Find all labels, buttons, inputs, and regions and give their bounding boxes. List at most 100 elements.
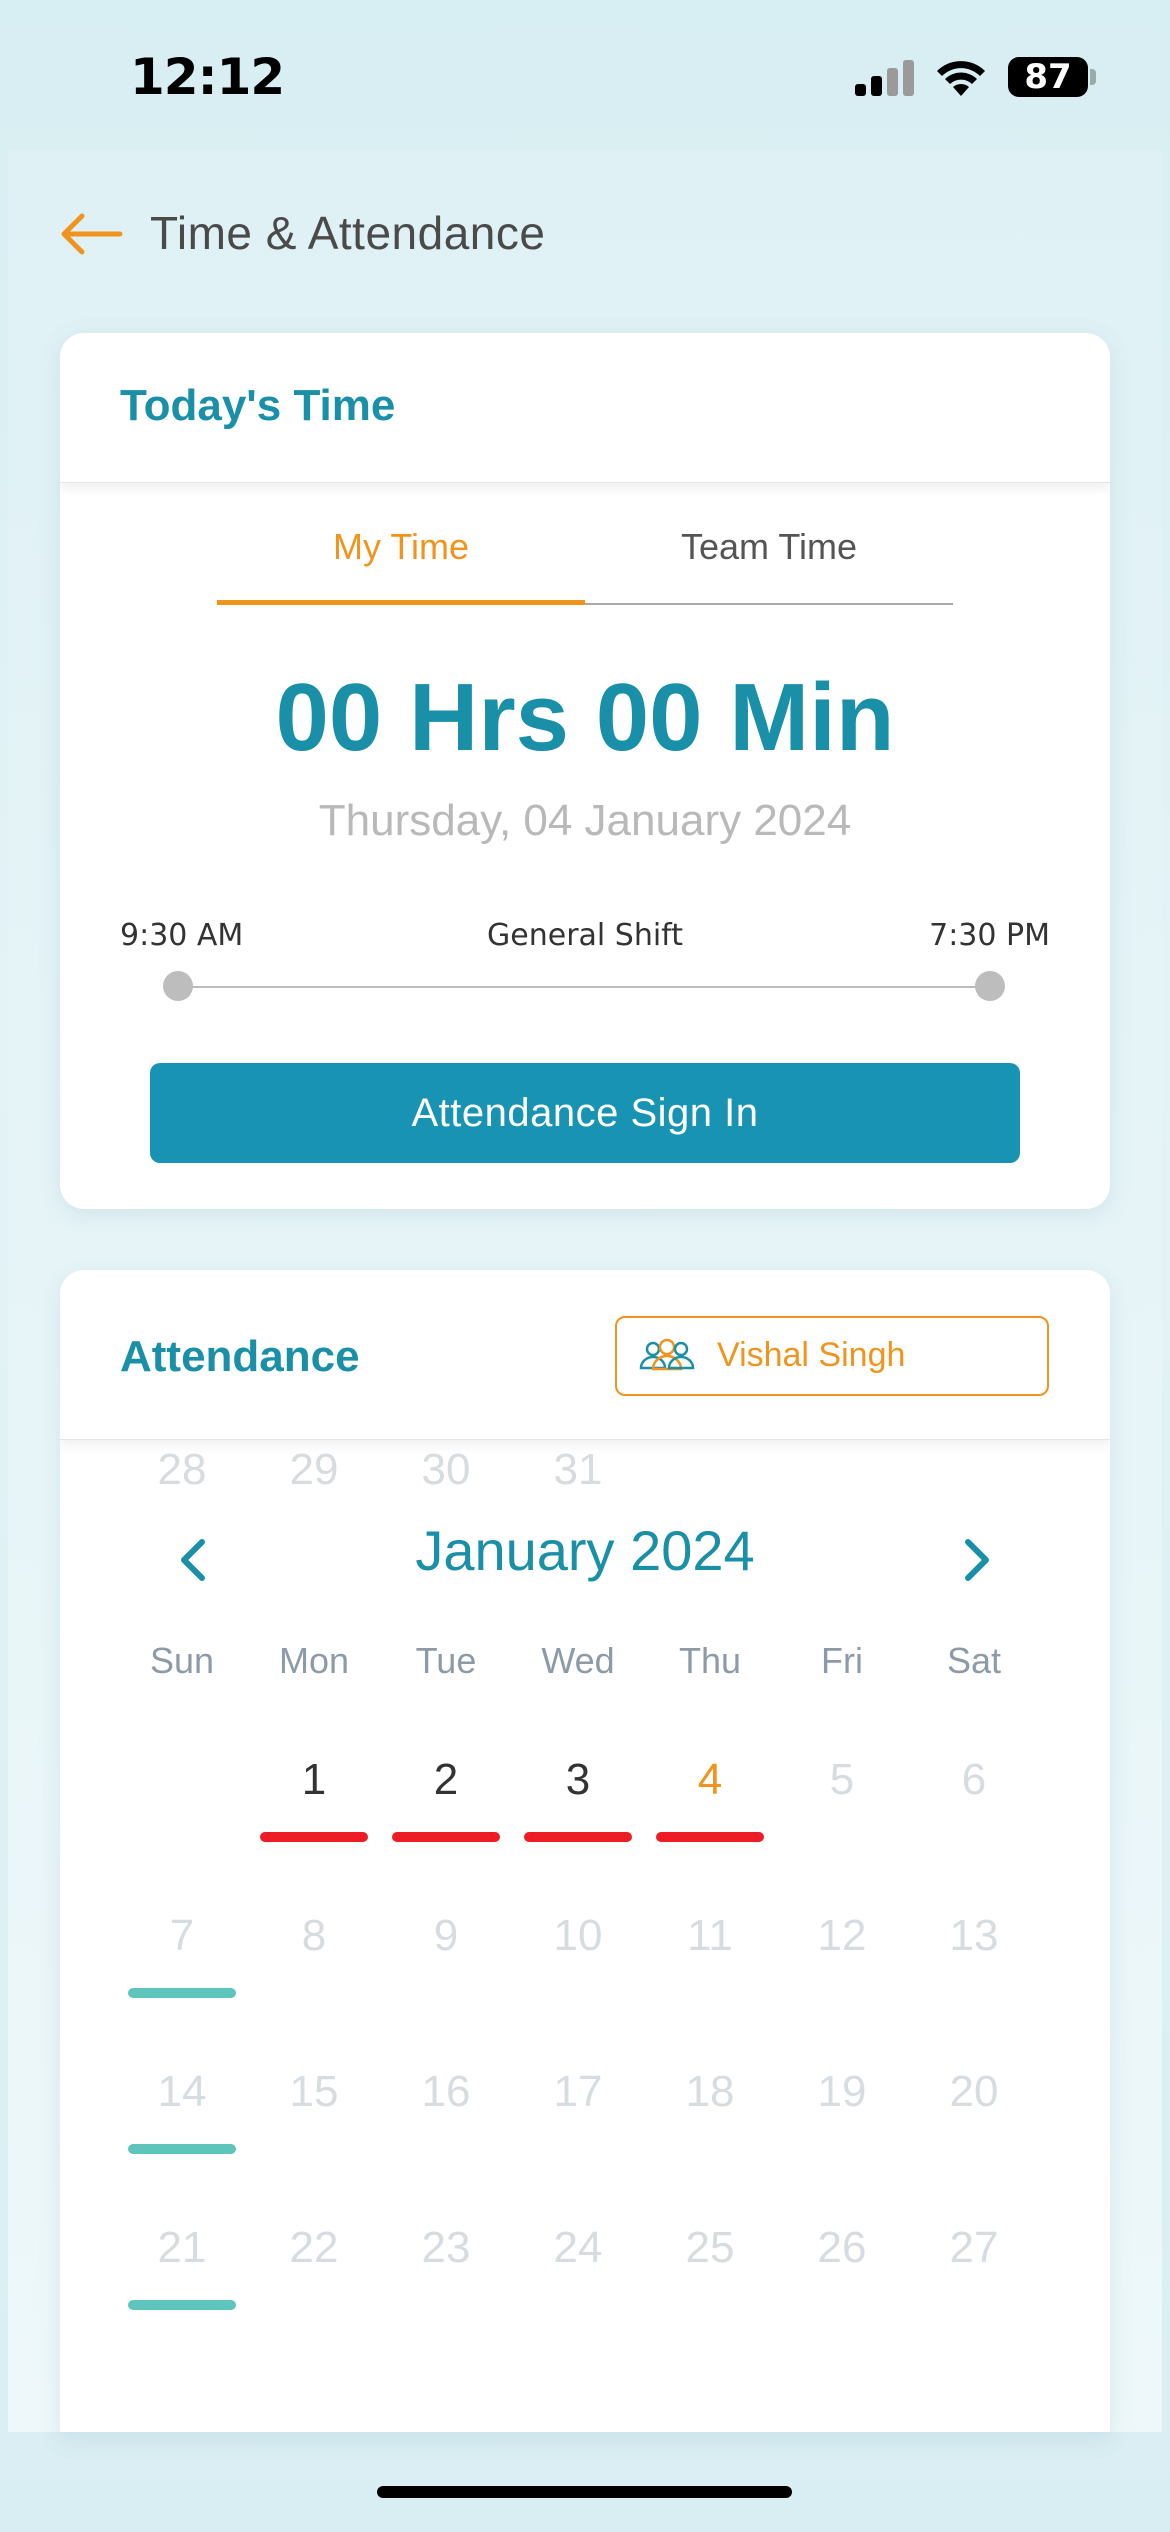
calendar-day-number: 8: [301, 1911, 327, 1960]
calendar-day[interactable]: 2: [380, 1750, 512, 1842]
calendar-day[interactable]: 30: [380, 1440, 512, 1500]
calendar-day-number: 30: [421, 1445, 471, 1494]
calendar-day-number: 29: [289, 1445, 339, 1494]
calendar-day[interactable]: 12: [776, 1906, 908, 1966]
calendar-day[interactable]: 1: [248, 1750, 380, 1842]
calendar-day[interactable]: 7: [116, 1906, 248, 1998]
cellular-signal-icon: [855, 60, 915, 96]
calendar-day-number: 5: [829, 1755, 855, 1804]
todays-time-title: Today's Time: [120, 381, 396, 430]
calendar-day[interactable]: 20: [908, 2062, 1040, 2122]
chevron-right-icon[interactable]: [956, 1530, 1000, 1590]
calendar-day[interactable]: 9: [380, 1906, 512, 1966]
shift-start-dot: [163, 971, 193, 1001]
calendar-day[interactable]: 22: [248, 2218, 380, 2278]
wifi-icon: [937, 61, 985, 96]
calendar-day[interactable]: 25: [644, 2218, 776, 2278]
time-tabs: My Time Team Time: [217, 493, 953, 605]
calendar-day-number: 2: [433, 1755, 459, 1804]
status-bar: 12:12 87: [0, 0, 1170, 150]
calendar-day[interactable]: 31: [512, 1440, 644, 1500]
battery-level: 87: [1008, 57, 1088, 97]
page-title: Time & Attendance: [150, 207, 546, 259]
weekday-label: Wed: [541, 1640, 615, 1681]
absent-marker: [524, 1832, 632, 1842]
calendar-day-number: 9: [433, 1911, 459, 1960]
calendar-day-number: 13: [949, 1911, 999, 1960]
calendar-day[interactable]: 21: [116, 2218, 248, 2310]
calendar-day[interactable]: 3: [512, 1750, 644, 1842]
tab-team-time[interactable]: Team Time: [585, 493, 953, 605]
shift-timeline: [178, 986, 990, 988]
weekday-label: Mon: [278, 1640, 350, 1681]
attendance-title: Attendance: [120, 1332, 360, 1381]
calendar-day-number: 6: [961, 1755, 987, 1804]
calendar-day[interactable]: 11: [644, 1906, 776, 1966]
todays-time-card: Today's Time My Time Team Time 00 Hrs 00…: [60, 333, 1110, 1209]
calendar-day[interactable]: 19: [776, 2062, 908, 2122]
weekday-label: Thu: [678, 1640, 742, 1681]
calendar-day-number: 20: [949, 2067, 999, 2116]
weekday-label: Sun: [149, 1640, 215, 1681]
calendar-day[interactable]: 18: [644, 2062, 776, 2122]
calendar-day-number: 22: [289, 2223, 339, 2272]
calendar-day[interactable]: 24: [512, 2218, 644, 2278]
calendar-month-title: January 2024: [415, 1519, 755, 1582]
calendar-day[interactable]: 28: [116, 1440, 248, 1500]
calendar-day[interactable]: 4: [644, 1750, 776, 1842]
calendar-day[interactable]: 27: [908, 2218, 1040, 2278]
calendar-day[interactable]: 17: [512, 2062, 644, 2122]
calendar-day-number: 10: [553, 1911, 603, 1960]
calendar-day-number: 7: [169, 1911, 195, 1960]
calendar-day-number: 21: [157, 2223, 207, 2272]
attendance-sign-in-button[interactable]: Attendance Sign In: [150, 1063, 1020, 1163]
home-indicator: [377, 2486, 792, 2498]
absent-marker: [392, 1832, 500, 1842]
shift-end-dot: [975, 971, 1005, 1001]
calendar-day[interactable]: 13: [908, 1906, 1040, 1966]
calendar-day[interactable]: 16: [380, 2062, 512, 2122]
calendar-day[interactable]: 14: [116, 2062, 248, 2154]
attendance-header: Attendance Vishal Singh: [60, 1270, 1110, 1440]
calendar-day-number: 25: [685, 2223, 735, 2272]
employee-selector[interactable]: Vishal Singh: [615, 1316, 1049, 1396]
weekend-marker: [128, 2144, 236, 2154]
app-screen: Time & Attendance Today's Time My Time T…: [8, 150, 1162, 2432]
weekday-label: Fri: [821, 1640, 863, 1681]
weekday-label: Sat: [946, 1640, 1002, 1681]
calendar-day-number: 26: [817, 2223, 867, 2272]
calendar-day-number: 1: [301, 1755, 327, 1804]
calendar-day-number: 28: [157, 1445, 207, 1494]
attendance-card: Attendance Vishal Singh January 2024 Sun…: [60, 1270, 1110, 2432]
hours-worked: 00 Hrs 00 Min: [275, 664, 895, 771]
calendar-day[interactable]: 29: [248, 1440, 380, 1500]
calendar-day-number: 14: [157, 2067, 207, 2116]
calendar-day-number: 3: [565, 1755, 591, 1804]
calendar-day-number: 31: [553, 1445, 603, 1494]
calendar-day[interactable]: 5: [776, 1750, 908, 1810]
calendar-day-number: 23: [421, 2223, 471, 2272]
weekend-marker: [128, 2300, 236, 2310]
absent-marker: [656, 1832, 764, 1842]
calendar-day[interactable]: 6: [908, 1750, 1040, 1810]
weekend-marker: [128, 1988, 236, 1998]
calendar-day-number: 4: [697, 1755, 723, 1804]
calendar-day[interactable]: 10: [512, 1906, 644, 1966]
calendar-day[interactable]: 23: [380, 2218, 512, 2278]
calendar-day[interactable]: 8: [248, 1906, 380, 1966]
status-time: 12:12: [130, 48, 285, 106]
people-icon: [639, 1338, 695, 1371]
calendar-day[interactable]: 15: [248, 2062, 380, 2122]
calendar-day-number: 16: [421, 2067, 471, 2116]
tab-my-time[interactable]: My Time: [217, 493, 585, 605]
header: Time & Attendance: [8, 150, 1162, 330]
shift-end-time: 7:30 PM: [929, 918, 1050, 953]
calendar-day-number: 12: [817, 1911, 867, 1960]
calendar-day-number: 17: [553, 2067, 603, 2116]
calendar-day-number: 19: [817, 2067, 867, 2116]
arrow-left-icon[interactable]: [58, 212, 124, 256]
calendar-day-number: 27: [949, 2223, 999, 2272]
battery-cap: [1090, 69, 1096, 85]
weekday-label: Tue: [415, 1640, 477, 1681]
calendar-day[interactable]: 26: [776, 2218, 908, 2278]
